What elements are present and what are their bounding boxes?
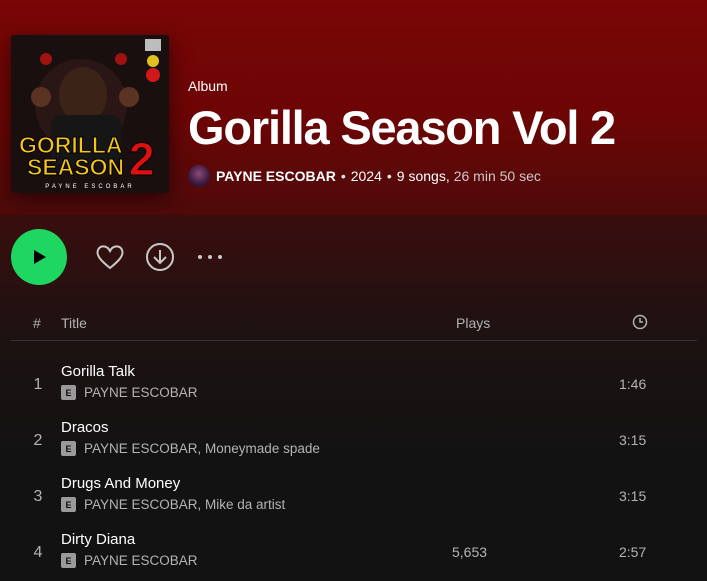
track-artist-names[interactable]: PAYNE ESCOBAR (84, 385, 198, 400)
track-title[interactable]: Dirty Diana (61, 531, 135, 548)
track-artists: E PAYNE ESCOBAR, Mike da artist (61, 497, 285, 512)
play-button[interactable] (11, 229, 67, 285)
track-artists: E PAYNE ESCOBAR, Moneymade spade (61, 441, 320, 456)
header-plays: Plays (456, 315, 491, 331)
more-options-button[interactable] (193, 240, 227, 274)
separator-dot: • (386, 168, 392, 184)
track-number: 1 (33, 376, 43, 393)
heart-icon (96, 245, 124, 270)
artist-link[interactable]: PAYNE ESCOBAR (216, 168, 336, 184)
explicit-badge: E (61, 441, 76, 456)
album-type-label: Album (188, 78, 228, 94)
album-song-count: 9 songs, (396, 168, 450, 184)
header-number: # (33, 315, 41, 331)
clock-icon (632, 314, 648, 333)
download-icon (146, 243, 174, 271)
artist-avatar[interactable] (188, 165, 210, 187)
track-artist-names[interactable]: PAYNE ESCOBAR, Moneymade spade (84, 441, 320, 456)
track-number: 3 (33, 488, 43, 505)
track-artists: E PAYNE ESCOBAR (61, 553, 198, 568)
track-number: 4 (33, 544, 43, 561)
cover-artist: PAYNE ESCOBAR (45, 184, 134, 190)
download-button[interactable] (143, 240, 177, 274)
track-row[interactable]: 2 Dracos E PAYNE ESCOBAR, Moneymade spad… (11, 413, 697, 469)
track-duration: 3:15 (619, 488, 647, 504)
track-duration: 2:57 (619, 544, 647, 560)
album-cover[interactable]: GORILLA SEASON 2 PAYNE ESCOBAR (11, 35, 169, 193)
cover-art: GORILLA SEASON 2 PAYNE ESCOBAR (11, 35, 169, 193)
album-duration: 26 min 50 sec (453, 168, 541, 184)
explicit-badge: E (61, 553, 76, 568)
track-row[interactable]: 1 Gorilla Talk E PAYNE ESCOBAR 1:46 (11, 357, 697, 413)
track-title[interactable]: Drugs And Money (61, 475, 180, 492)
more-icon (198, 255, 222, 259)
track-artist-names[interactable]: PAYNE ESCOBAR (84, 553, 198, 568)
track-artist-names[interactable]: PAYNE ESCOBAR, Mike da artist (84, 497, 285, 512)
like-button[interactable] (93, 240, 127, 274)
track-title[interactable]: Gorilla Talk (61, 363, 135, 380)
album-info: PAYNE ESCOBAR • 2024 • 9 songs, 26 min 5… (188, 165, 697, 187)
cover-numeral: 2 (129, 133, 155, 185)
track-duration: 1:46 (619, 376, 647, 392)
explicit-badge: E (61, 385, 76, 400)
album-title: Gorilla Season Vol 2 (188, 101, 616, 154)
track-title[interactable]: Dracos (61, 419, 109, 436)
play-icon (34, 250, 46, 264)
track-duration: 3:15 (619, 432, 647, 448)
track-row[interactable]: 3 Drugs And Money E PAYNE ESCOBAR, Mike … (11, 469, 697, 525)
track-number: 2 (33, 432, 43, 449)
track-plays: 5,653 (452, 544, 488, 560)
cover-title-line2: SEASON (27, 154, 124, 180)
header-title: Title (61, 315, 87, 331)
album-header: GORILLA SEASON 2 PAYNE ESCOBAR Album Gor… (0, 0, 707, 215)
album-meta: Album Gorilla Season Vol 2 PAYNE ESCOBAR… (188, 76, 697, 187)
album-page: GORILLA SEASON 2 PAYNE ESCOBAR Album Gor… (0, 0, 707, 568)
tracklist-header: # Title Plays (11, 310, 697, 341)
album-year: 2024 (350, 168, 382, 184)
track-row[interactable]: 4 Dirty Diana E PAYNE ESCOBAR 5,653 2:57 (11, 525, 697, 581)
explicit-badge: E (61, 497, 76, 512)
track-artists: E PAYNE ESCOBAR (61, 385, 198, 400)
separator-dot: • (340, 168, 346, 184)
